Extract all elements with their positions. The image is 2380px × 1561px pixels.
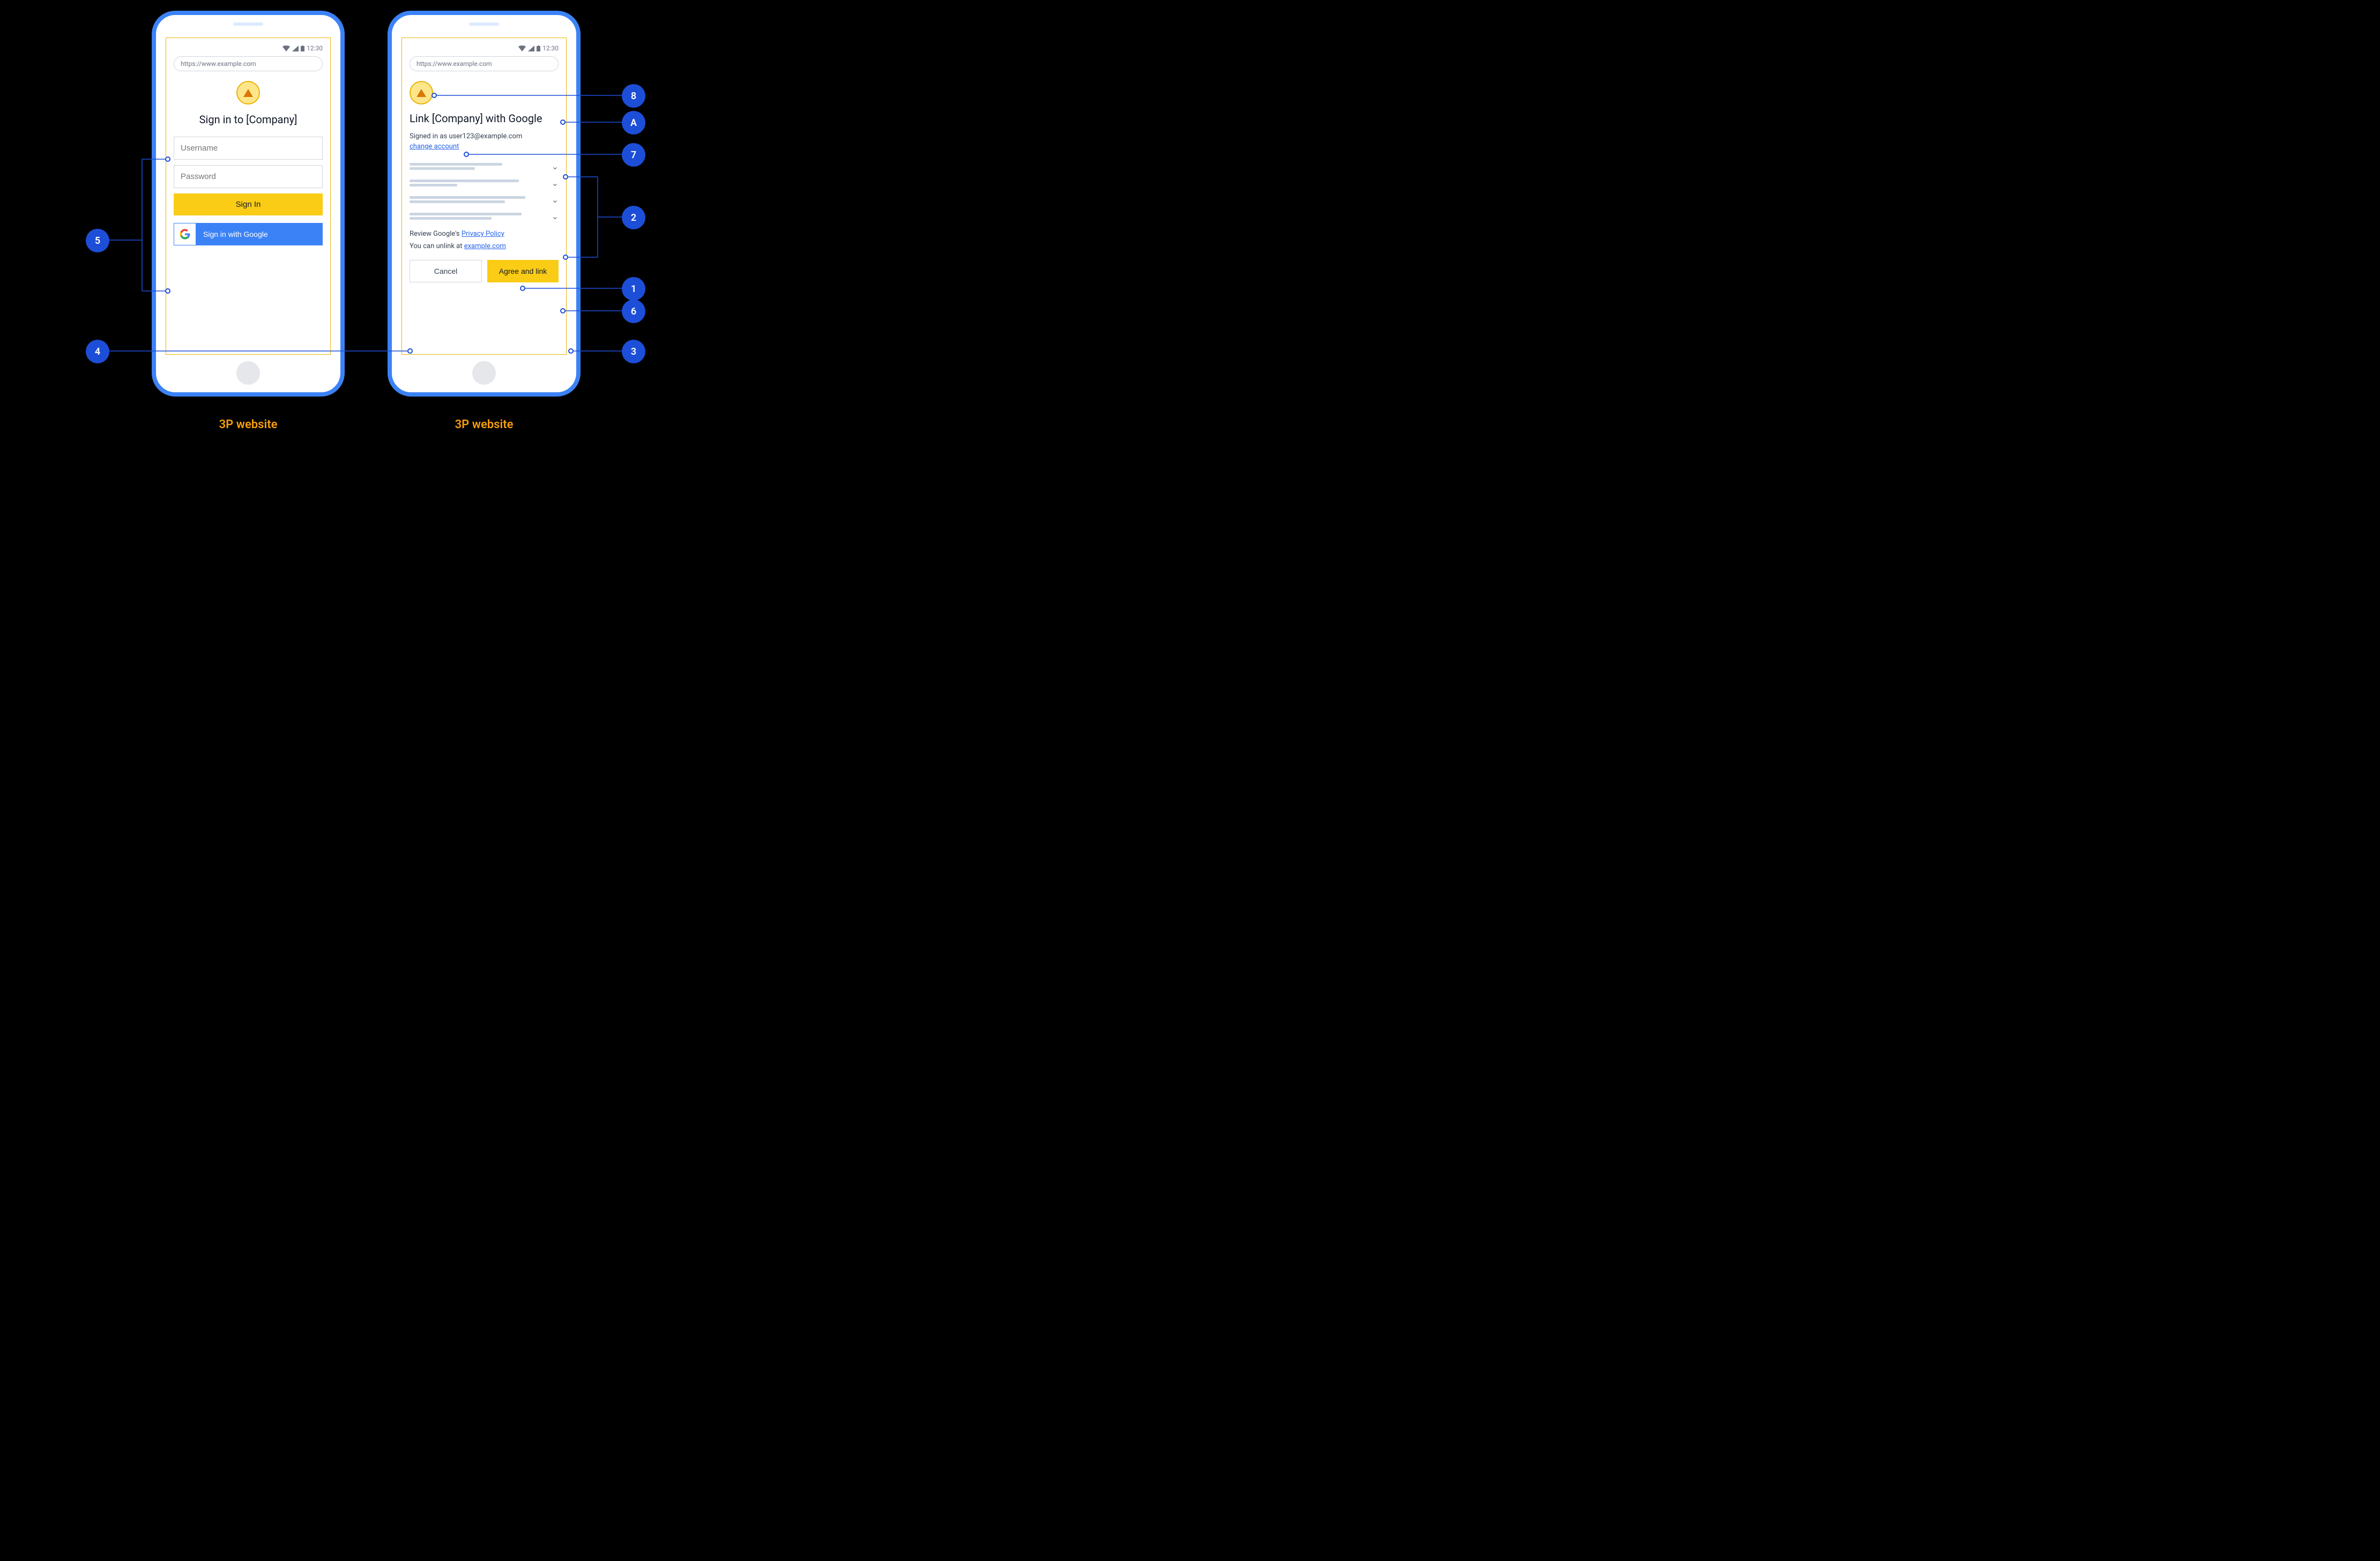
annotation-badge-A: A bbox=[622, 111, 645, 135]
cell-icon bbox=[528, 46, 534, 51]
home-button[interactable] bbox=[236, 361, 260, 385]
change-account-link[interactable]: change account bbox=[410, 143, 459, 151]
triangle-icon bbox=[416, 89, 426, 97]
chevron-down-icon: ⌄ bbox=[552, 178, 559, 188]
unlink-line: You can unlink at example.com bbox=[410, 242, 559, 250]
wifi-icon bbox=[282, 46, 290, 51]
wifi-icon bbox=[518, 46, 526, 51]
annotation-badge-5: 5 bbox=[86, 229, 109, 252]
permission-item[interactable]: ⌄ bbox=[410, 208, 559, 225]
password-input[interactable] bbox=[174, 165, 323, 188]
google-signin-button[interactable]: Sign in with Google bbox=[174, 223, 323, 245]
battery-icon bbox=[301, 46, 304, 51]
triangle-icon bbox=[243, 89, 253, 97]
status-time: 12:30 bbox=[542, 44, 559, 52]
google-signin-label: Sign in with Google bbox=[196, 230, 322, 238]
annotation-badge-2: 2 bbox=[622, 206, 645, 229]
caption-phone-1: 3P website bbox=[152, 418, 345, 431]
annotation-badge-4: 4 bbox=[86, 340, 109, 363]
cancel-button[interactable]: Cancel bbox=[410, 260, 482, 282]
phone-speaker bbox=[233, 23, 263, 26]
status-bar: 12:30 bbox=[174, 43, 323, 53]
privacy-policy-link[interactable]: Privacy Policy bbox=[462, 230, 504, 238]
battery-icon bbox=[537, 46, 540, 51]
privacy-line: Review Google's Privacy Policy bbox=[410, 230, 559, 238]
annotation-badge-1: 1 bbox=[622, 277, 645, 301]
url-bar[interactable]: https://www.example.com bbox=[410, 56, 559, 71]
agree-button[interactable]: Agree and link bbox=[487, 260, 559, 282]
permission-item[interactable]: ⌄ bbox=[410, 175, 559, 191]
phone-signin: 12:30 https://www.example.com Sign in to… bbox=[152, 11, 345, 397]
phone-consent: 12:30 https://www.example.com Link [Comp… bbox=[388, 11, 581, 397]
google-logo-icon bbox=[174, 223, 196, 245]
url-bar[interactable]: https://www.example.com bbox=[174, 56, 323, 71]
chevron-down-icon: ⌄ bbox=[552, 161, 559, 171]
signed-in-as: Signed in as user123@example.com bbox=[410, 132, 559, 140]
company-logo bbox=[410, 81, 433, 104]
company-logo bbox=[236, 81, 260, 104]
screen-signin: 12:30 https://www.example.com Sign in to… bbox=[166, 38, 331, 355]
permission-item[interactable]: ⌄ bbox=[410, 158, 559, 175]
username-input[interactable] bbox=[174, 137, 323, 160]
permissions-list: ⌄ ⌄ ⌄ ⌄ bbox=[410, 158, 559, 225]
signin-title: Sign in to [Company] bbox=[174, 113, 323, 126]
status-time: 12:30 bbox=[307, 44, 323, 52]
consent-actions: Cancel Agree and link bbox=[410, 260, 559, 282]
phone-speaker bbox=[469, 23, 499, 26]
caption-phone-2: 3P website bbox=[388, 418, 581, 431]
home-button[interactable] bbox=[472, 361, 496, 385]
status-bar: 12:30 bbox=[410, 43, 559, 53]
annotation-badge-8: 8 bbox=[622, 84, 645, 108]
chevron-down-icon: ⌄ bbox=[552, 211, 559, 221]
unlink-link[interactable]: example.com bbox=[464, 242, 506, 250]
annotation-badge-3: 3 bbox=[622, 340, 645, 363]
annotation-badge-7: 7 bbox=[622, 143, 645, 167]
annotation-badge-6: 6 bbox=[622, 300, 645, 323]
screen-consent: 12:30 https://www.example.com Link [Comp… bbox=[401, 38, 567, 355]
cell-icon bbox=[292, 46, 299, 51]
signin-button[interactable]: Sign In bbox=[174, 193, 323, 215]
chevron-down-icon: ⌄ bbox=[552, 195, 559, 205]
consent-title: Link [Company] with Google bbox=[410, 112, 559, 125]
permission-item[interactable]: ⌄ bbox=[410, 191, 559, 208]
